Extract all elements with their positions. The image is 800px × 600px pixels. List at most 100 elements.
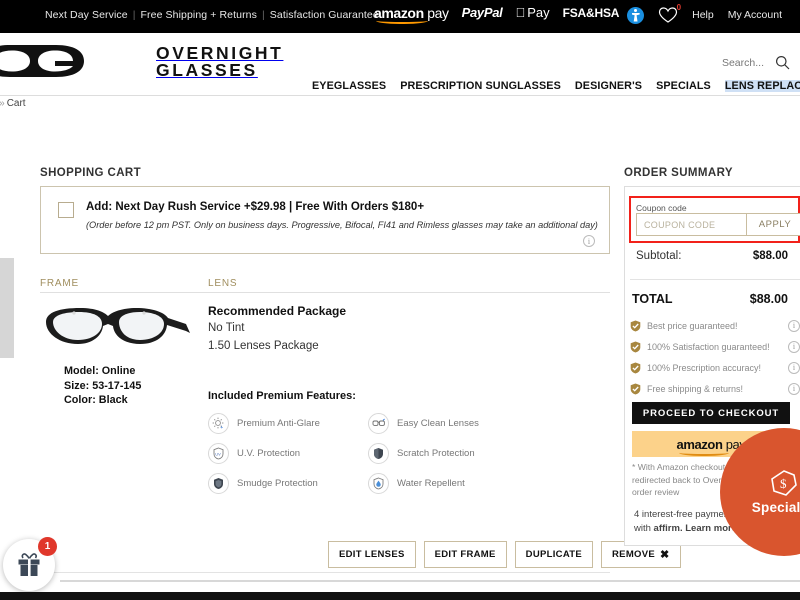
top-bar-promo-links: Next Day Service | Free Shipping + Returns… [45, 9, 379, 21]
guarantee-prescription-accuracy: 100% Prescription accuracy! i [630, 357, 800, 378]
lens-index: 1.50 Lenses Package [208, 340, 319, 352]
edit-frame-button[interactable]: EDIT FRAME [423, 541, 507, 568]
guarantee-info-button[interactable]: i [788, 340, 800, 353]
info-icon: i [788, 361, 800, 374]
top-link-next-day-service[interactable]: Next Day Service [45, 9, 128, 21]
fsa-hsa-logo: FSA&HSA [552, 5, 620, 20]
rush-service-label: Add: Next Day Rush Service +$29.98 | Fre… [86, 201, 425, 213]
total-row: TOTAL $88.00 [632, 292, 788, 306]
guarantee-info-button[interactable]: i [788, 361, 800, 374]
feature-label: Smudge Protection [237, 477, 318, 489]
frame-model: Model: Online [64, 365, 136, 377]
feature-smudge-protection: Smudge Protection [208, 468, 363, 498]
cart-bottom-divider [40, 572, 610, 573]
coupon-code-label: Coupon code [636, 203, 687, 213]
top-bar-right-group: 0 Help My Account [627, 3, 782, 24]
apple-icon:  [515, 5, 525, 20]
gold-shield-check-icon [630, 362, 641, 373]
feature-label: Premium Anti-Glare [237, 417, 320, 429]
guarantee-info-button[interactable]: i [788, 382, 800, 395]
close-icon: ✖ [660, 549, 670, 561]
utility-top-bar: Next Day Service | Free Shipping + Returns… [0, 0, 800, 33]
anti-glare-icon: + [208, 412, 229, 434]
guarantee-best-price: Best price guaranteed! i [630, 315, 800, 336]
nav-item-designers[interactable]: DESIGNER'S [575, 80, 642, 92]
apple-pay-label: Pay [517, 5, 549, 20]
feature-label: Scratch Protection [397, 447, 475, 459]
svg-text:+: + [220, 425, 223, 430]
dollar-tag-icon: $ [771, 470, 797, 496]
amazon-pay-logo: amazon pay [374, 6, 449, 24]
rush-info-button[interactable]: i [583, 235, 595, 247]
amazon-smile-icon [376, 17, 428, 24]
search-icon[interactable] [775, 55, 790, 70]
breadcrumb-separator: » [0, 98, 5, 109]
frame-details: Model: Online Size: 53-17-145 Color: Bla… [64, 364, 141, 408]
main-nav: EYEGLASSES PRESCRIPTION SUNGLASSES DESIG… [312, 80, 800, 92]
frame-product-image[interactable] [40, 300, 195, 358]
cart-page: Next Day Service | Free Shipping + Returns… [0, 0, 800, 600]
rush-service-note: (Order before 12 pm PST. Only on busines… [86, 220, 598, 230]
coupon-input[interactable]: COUPON CODE [636, 213, 746, 236]
top-link-free-shipping[interactable]: Free Shipping + Returns [141, 9, 257, 21]
payment-logo-group: amazon pay PayPal Pay FSA&HSA [374, 5, 620, 24]
feature-label: Water Repellent [397, 477, 465, 489]
horizontal-scrollbar[interactable] [60, 580, 800, 582]
proceed-to-checkout-button[interactable]: PROCEED TO CHECKOUT [632, 402, 790, 424]
gold-shield-check-icon [630, 320, 641, 331]
subtotal-row: Subtotal: $88.00 [636, 250, 788, 262]
rush-service-box: Add: Next Day Rush Service +$29.98 | Fre… [40, 186, 610, 254]
guarantee-free-shipping: Free shipping & returns! i [630, 378, 800, 399]
edit-lenses-button[interactable]: EDIT LENSES [328, 541, 416, 568]
feature-premium-anti-glare: + Premium Anti-Glare [208, 408, 363, 438]
paypal-logo: PayPal [461, 5, 503, 20]
frame-color: Color: Black [64, 394, 128, 406]
nav-item-prescription-sunglasses[interactable]: PRESCRIPTION SUNGLASSES [400, 80, 561, 92]
og-glasses-logo-icon [0, 45, 84, 77]
site-logo[interactable]: OVERNIGHT GLASSES [0, 41, 283, 83]
specials-label: Specials [751, 500, 800, 515]
info-icon: i [788, 382, 800, 395]
nav-item-lens-replacement[interactable]: LENS REPLACEMENT [724, 80, 800, 92]
accessibility-icon[interactable] [627, 6, 645, 24]
guarantee-satisfaction: 100% Satisfaction guaranteed! i [630, 336, 800, 357]
subtotal-divider [630, 279, 800, 280]
search-box[interactable]: Search... [722, 55, 790, 70]
my-account-link[interactable]: My Account [728, 9, 782, 21]
apply-coupon-button[interactable]: APPLY [746, 213, 800, 236]
guarantee-info-button[interactable]: i [788, 319, 800, 332]
subtotal-value: $88.00 [752, 250, 788, 262]
guarantees-list: Best price guaranteed! i 100% Satisfacti… [630, 315, 800, 399]
svg-text:$: $ [780, 476, 787, 491]
premium-features-title: Included Premium Features: [208, 390, 356, 402]
top-link-satisfaction[interactable]: Satisfaction Guarantee [270, 9, 379, 21]
feature-easy-clean-lenses: Easy Clean Lenses [368, 408, 523, 438]
columns-divider [40, 292, 610, 293]
wishlist-button[interactable]: 0 [658, 3, 682, 24]
duplicate-button[interactable]: DUPLICATE [514, 541, 594, 568]
info-icon: i [583, 235, 595, 247]
info-icon: i [788, 319, 800, 332]
breadcrumb: ne»Cart [0, 98, 26, 109]
gold-shield-check-icon [630, 341, 641, 352]
water-drop-icon [368, 472, 389, 494]
nav-item-eyeglasses[interactable]: EYEGLASSES [312, 80, 386, 92]
rush-service-checkbox[interactable] [58, 202, 74, 218]
gift-rewards-button[interactable]: 1 [3, 537, 57, 591]
search-input[interactable]: Search... [722, 57, 764, 69]
frame-size: Size: 53-17-145 [64, 379, 142, 392]
header-divider [0, 95, 800, 96]
order-summary-title: ORDER SUMMARY [624, 167, 733, 179]
info-icon: i [788, 340, 800, 353]
help-link[interactable]: Help [692, 9, 714, 21]
side-feedback-tab[interactable] [0, 258, 14, 358]
top-link-sep-2: | [261, 9, 265, 21]
smudge-shield-icon [208, 472, 229, 494]
amazon-smile-icon [678, 449, 729, 456]
total-value: $88.00 [749, 292, 788, 306]
heart-icon [659, 7, 678, 23]
nav-item-specials[interactable]: SPECIALS [656, 80, 711, 92]
easy-clean-icon [368, 412, 389, 434]
wishlist-count-badge: 0 [676, 3, 682, 12]
guarantee-label: 100% Prescription accuracy! [647, 362, 762, 373]
